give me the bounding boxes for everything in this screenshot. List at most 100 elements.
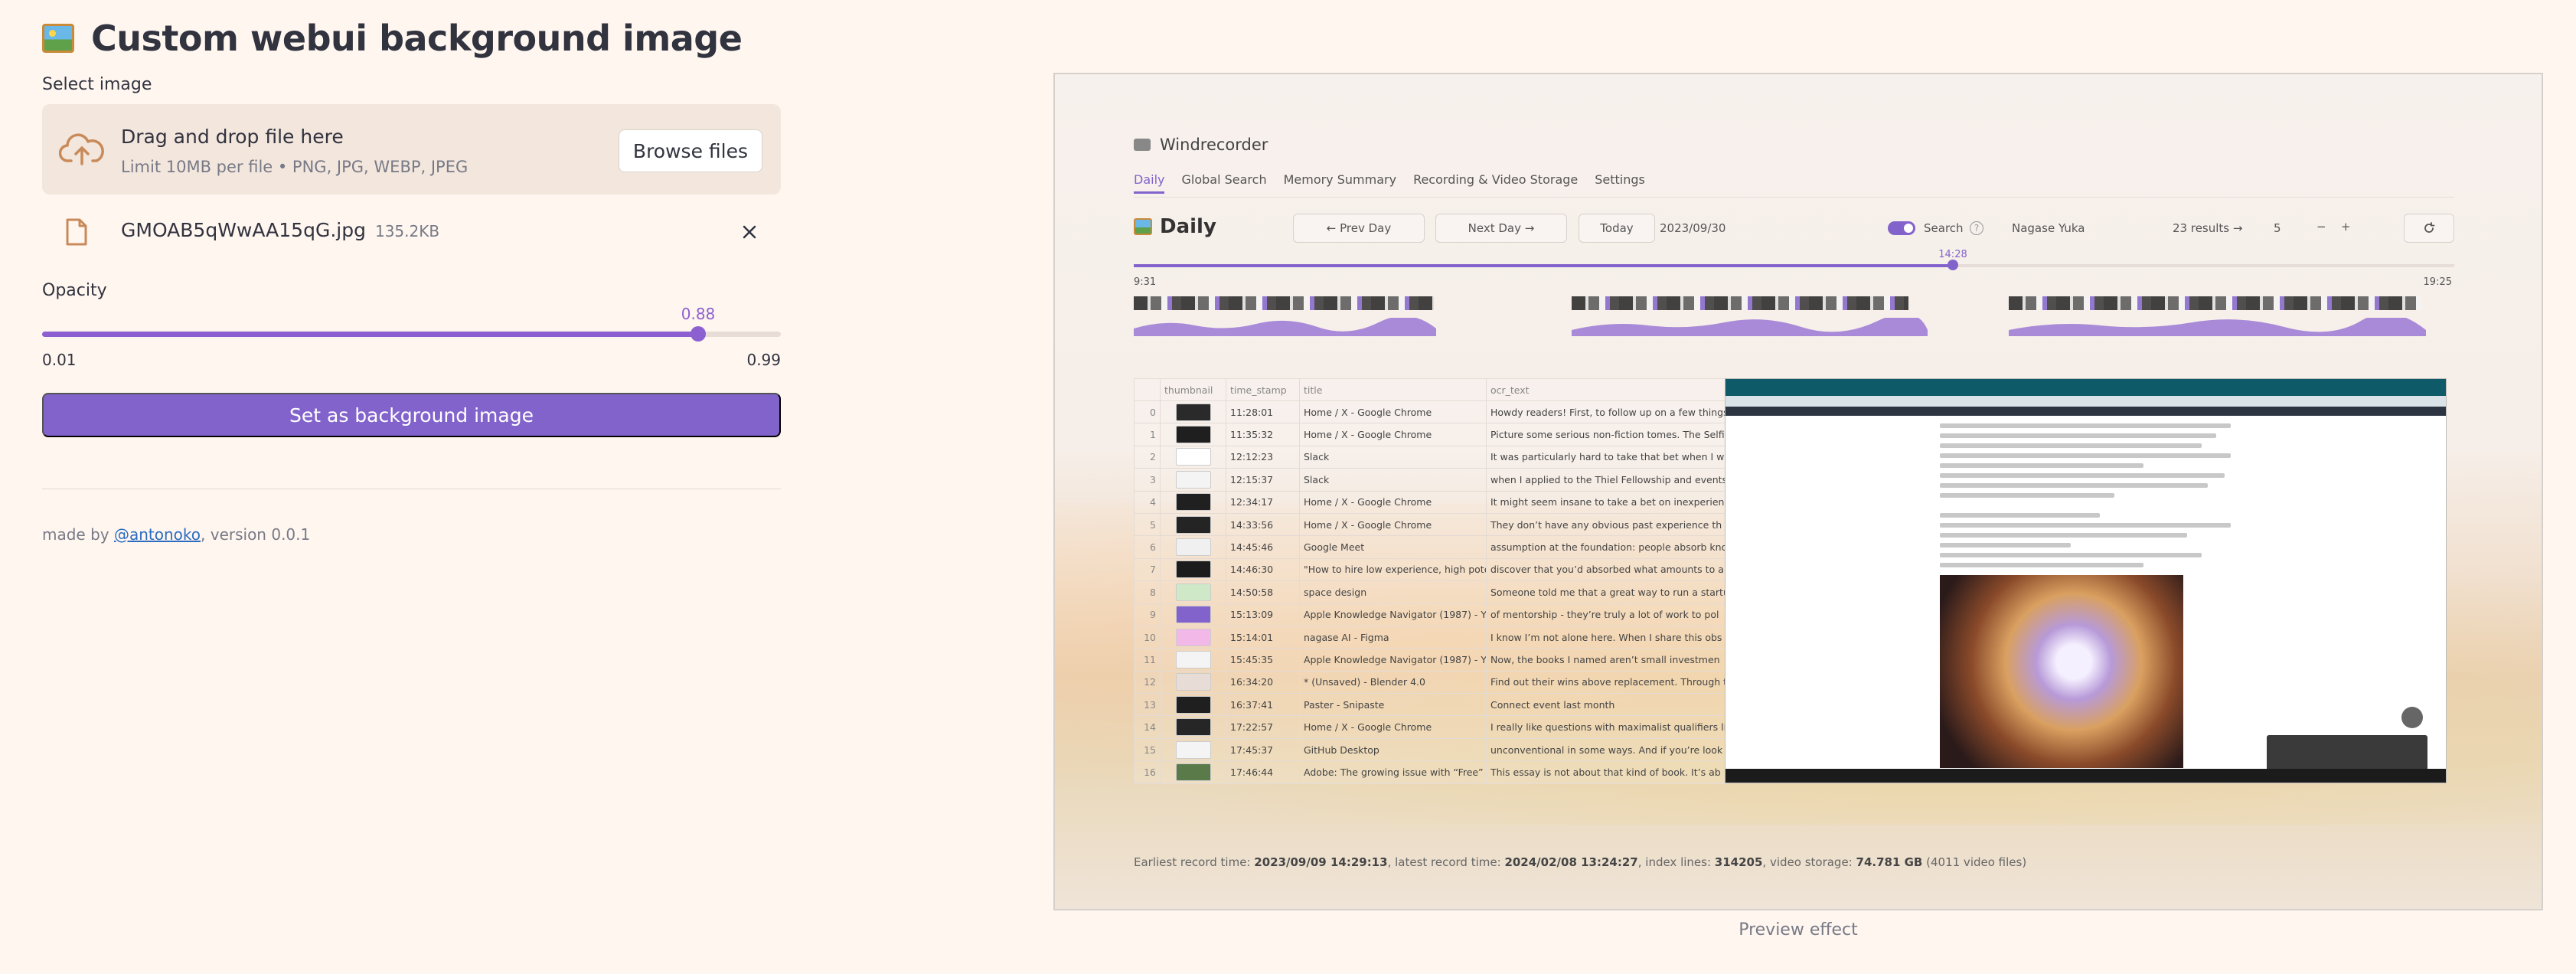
thumbnail-image <box>1175 493 1211 512</box>
next-day-button[interactable]: Next Day → <box>1435 214 1567 243</box>
row-timestamp: 16:34:20 <box>1226 670 1300 695</box>
table-row[interactable]: 12 16:34:20 * (Unsaved) - Blender 4.0 Find … <box>1134 670 1728 695</box>
row-thumbnail <box>1160 603 1226 626</box>
search-toggle[interactable] <box>1888 221 1915 235</box>
cloud-upload-icon <box>59 133 104 165</box>
row-timestamp: 17:46:44 <box>1226 760 1300 784</box>
row-index: 7 <box>1134 557 1161 582</box>
opacity-slider-value: 0.88 <box>681 305 716 323</box>
tab-recording-video-storage[interactable]: Recording & Video Storage <box>1413 172 1578 194</box>
table-row[interactable]: 5 14:33:56 Home / X - Google Chrome They do… <box>1134 512 1728 537</box>
table-header-row: thumbnail time_stamp title ocr_text <box>1134 378 1728 401</box>
table-row[interactable]: 13 16:37:41 Paster - Snipaste Connect event… <box>1134 693 1728 717</box>
uploaded-file-name: GMOAB5qWwAA15qG.jpg 135.2KB <box>121 219 439 241</box>
table-row[interactable]: 2 12:12:23 Slack It was particularly hard t… <box>1134 445 1728 469</box>
tab-settings[interactable]: Settings <box>1595 172 1645 194</box>
row-ocr-text: when I applied to the Thiel Fellowship a… <box>1486 468 1728 492</box>
column-header[interactable]: title <box>1299 378 1487 401</box>
row-index: 11 <box>1134 648 1161 672</box>
table-row[interactable]: 11 15:45:35 Apple Knowledge Navigator (198… <box>1134 648 1728 672</box>
row-timestamp: 15:13:09 <box>1226 603 1300 626</box>
thumbnail-image <box>1175 695 1211 714</box>
result-index-input[interactable]: 5 <box>2274 221 2281 235</box>
row-timestamp: 12:34:17 <box>1226 490 1300 514</box>
row-ocr-text: of mentorship - they’re truly a lot of w… <box>1486 603 1728 626</box>
minus-button[interactable]: − <box>2316 220 2326 234</box>
preview-tab-divider <box>1134 197 2454 198</box>
author-link[interactable]: @antonoko <box>114 525 201 544</box>
table-row[interactable]: 15 17:45:37 GitHub Desktop unconventional i… <box>1134 737 1728 762</box>
row-index: 1 <box>1134 423 1161 446</box>
browse-files-button[interactable]: Browse files <box>618 129 762 172</box>
row-timestamp: 11:35:32 <box>1226 423 1300 446</box>
article-text-line <box>1940 543 2071 547</box>
table-row[interactable]: 1 11:35:32 Home / X - Google Chrome Picture… <box>1134 423 1728 446</box>
table-row[interactable]: 9 15:13:09 Apple Knowledge Navigator (1987… <box>1134 603 1728 626</box>
row-thumbnail <box>1160 468 1226 492</box>
row-ocr-text: I know I’m not alone here. When I share … <box>1486 625 1728 649</box>
results-count[interactable]: 23 results → <box>2173 221 2242 235</box>
row-timestamp: 17:45:37 <box>1226 737 1300 762</box>
set-background-button[interactable]: Set as background image <box>42 393 781 437</box>
table-row[interactable]: 4 12:34:17 Home / X - Google Chrome It migh… <box>1134 490 1728 514</box>
row-title: Home / X - Google Chrome <box>1299 715 1487 739</box>
timeline-slider[interactable] <box>1134 260 2454 270</box>
uploaded-file-row: GMOAB5qWwAA15qG.jpg 135.2KB <box>42 207 781 257</box>
tab-global-search[interactable]: Global Search <box>1181 172 1266 194</box>
column-header[interactable]: time_stamp <box>1226 378 1300 401</box>
preview-page-title-text: Daily <box>1160 215 1216 238</box>
tab-daily[interactable]: Daily <box>1134 172 1165 194</box>
row-index: 8 <box>1134 580 1161 604</box>
table-row[interactable]: 0 11:28:01 Home / X - Google Chrome Howdy r… <box>1134 400 1728 424</box>
table-body: 0 11:28:01 Home / X - Google Chrome Howdy r… <box>1134 400 1728 784</box>
timeline-thumb[interactable] <box>1948 260 1958 270</box>
article-text-block <box>1940 423 2231 573</box>
close-icon[interactable] <box>738 221 761 244</box>
tab-memory-summary[interactable]: Memory Summary <box>1284 172 1396 194</box>
row-index: 4 <box>1134 490 1161 514</box>
opacity-slider-thumb[interactable] <box>691 326 706 342</box>
row-title: Adobe: The growing issue with “Free” tri <box>1299 760 1487 784</box>
row-title: Apple Knowledge Navigator (1987) - YouTu <box>1299 603 1487 626</box>
row-thumbnail <box>1160 400 1226 424</box>
timeline-end-label: 19:25 <box>2423 276 2452 288</box>
table-row[interactable]: 10 15:14:01 nagase AI - Figma I know I’m no… <box>1134 625 1728 649</box>
article-text-line <box>1940 443 2202 448</box>
prev-day-button[interactable]: ← Prev Day <box>1293 214 1425 243</box>
row-thumbnail <box>1160 535 1226 559</box>
date-input[interactable]: 2023/09/30 <box>1660 221 1725 235</box>
column-header[interactable]: ocr_text <box>1486 378 1728 401</box>
row-thumbnail <box>1160 512 1226 537</box>
table-row[interactable]: 16 17:46:44 Adobe: The growing issue with … <box>1134 760 1728 784</box>
table-row[interactable]: 8 14:50:58 space design Someone told me tha… <box>1134 580 1728 604</box>
activity-wave <box>1572 318 1928 336</box>
today-button[interactable]: Today <box>1579 214 1655 243</box>
table-row[interactable]: 7 14:46:30 "How to hire low experience, hi… <box>1134 557 1728 582</box>
row-ocr-text: assumption at the foundation: people abs… <box>1486 535 1728 559</box>
records-table[interactable]: thumbnail time_stamp title ocr_text 0 11:28:… <box>1134 378 1728 784</box>
search-toggle-label: Search <box>1924 221 1964 235</box>
refresh-button[interactable] <box>2404 214 2454 243</box>
timeline-current-label: 14:28 <box>1938 249 1967 260</box>
credit-text: made by @antonoko, version 0.0.1 <box>42 525 310 544</box>
table-row[interactable]: 6 14:45:46 Google Meet assumption at the fo… <box>1134 535 1728 559</box>
table-row[interactable]: 3 12:15:37 Slack when I applied to the Thie… <box>1134 468 1728 492</box>
lines-value: 314205 <box>1714 855 1763 869</box>
thumbnail-image <box>1175 515 1211 534</box>
column-header[interactable]: thumbnail <box>1160 378 1226 401</box>
row-thumbnail <box>1160 693 1226 717</box>
table-row[interactable]: 14 17:22:57 Home / X - Google Chrome I real… <box>1134 715 1728 739</box>
search-query-input[interactable]: Nagase Yuka <box>2012 221 2085 235</box>
article-text-line <box>1940 563 2143 567</box>
plus-button[interactable]: + <box>2341 220 2351 234</box>
help-icon[interactable]: ? <box>1970 221 1983 235</box>
file-dropzone[interactable]: Drag and drop file here Limit 10MB per f… <box>42 104 781 194</box>
storage-value: 74.781 GB <box>1856 855 1923 869</box>
opacity-slider[interactable]: 0.88 0.01 0.99 <box>42 305 781 369</box>
row-index: 9 <box>1134 603 1161 626</box>
row-thumbnail <box>1160 648 1226 672</box>
opacity-slider-track[interactable] <box>42 326 781 342</box>
row-title: Home / X - Google Chrome <box>1299 423 1487 446</box>
timeline-thumbnail-strip <box>1134 296 1434 310</box>
column-header[interactable] <box>1134 378 1161 401</box>
